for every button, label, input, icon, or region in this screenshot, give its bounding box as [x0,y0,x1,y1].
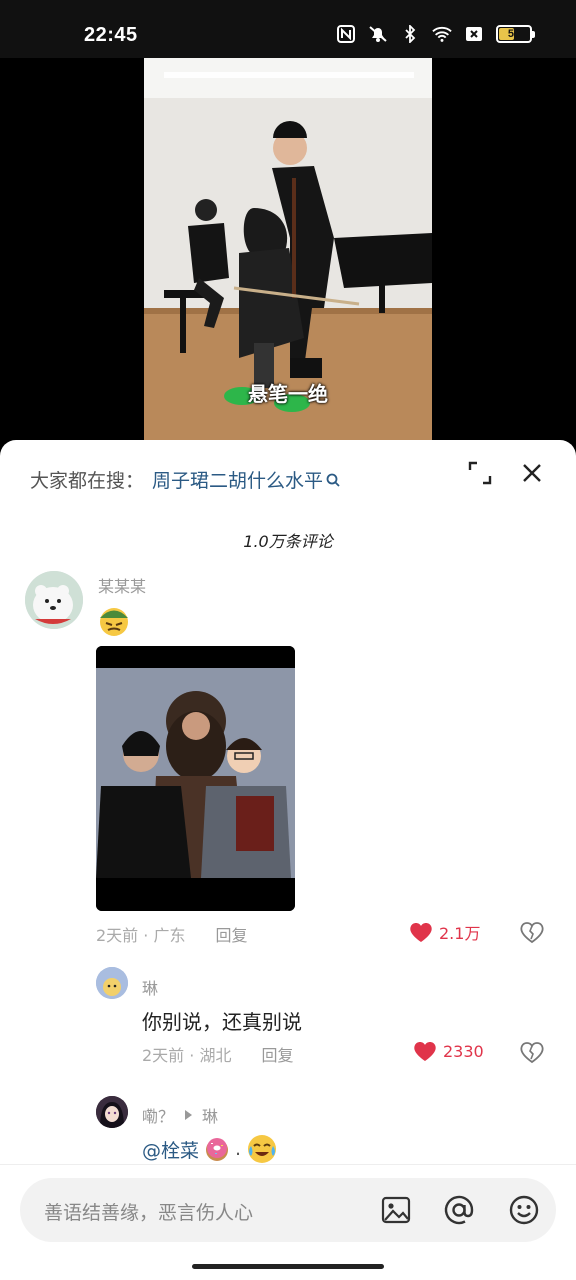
comment-meta: 2天前 · 广东 回复 [96,922,247,946]
angry-army-emoji-icon [100,608,128,636]
comment-input[interactable]: 善语结善缘，恶言伤人心 [20,1178,556,1242]
comment-image[interactable] [96,646,295,911]
emoji-picker-icon[interactable] [508,1194,540,1226]
reply-mention[interactable]: @栓菜 . [142,1132,279,1166]
crying-laughing-emoji-icon [248,1135,277,1163]
battery-level: 50 [507,28,521,40]
comment-username[interactable]: 某某某 [98,573,146,597]
like-button[interactable]: 2.1万 [409,920,480,944]
broken-heart-icon[interactable] [520,920,544,944]
comment-count: 1.0万条评论 [243,532,333,551]
avatar[interactable] [96,1096,128,1128]
avatar[interactable] [96,967,128,999]
search-suggestion-label: 大家都在搜： [30,470,145,492]
comment-input-bar: 善语结善缘，恶言伤人心 [0,1164,576,1254]
reply-time-location: 2天前 · 湖北 [142,1046,232,1065]
search-icon[interactable] [325,472,341,488]
status-bar: 22:45 50 [0,0,576,58]
search-suggestion[interactable]: 大家都在搜： 周子珺二胡什么水平 [30,466,341,493]
mention-at-icon[interactable] [443,1194,475,1226]
search-suggestion-query[interactable]: 周子珺二胡什么水平 [152,466,323,493]
reply-target-username[interactable]: 琳 [202,1103,218,1127]
like-button[interactable]: 2330 [413,1040,484,1062]
mention-link[interactable]: @栓菜 [142,1136,199,1163]
broken-heart-icon[interactable] [520,1040,544,1064]
donut-emoji-icon [206,1138,229,1161]
reply-username[interactable]: 嘞？ 琳 [142,1103,218,1127]
nfc-icon [336,24,356,44]
like-count: 2330 [443,1041,484,1061]
comment-input-placeholder: 善语结善缘，恶言伤人心 [44,1202,254,1224]
comment-sheet: 大家都在搜： 周子珺二胡什么水平 1.0万条评论 某某某 2天前 · 广东 回复… [0,440,576,1280]
image-picker-icon[interactable] [380,1194,412,1226]
comment-time-location: 2天前 · 广东 [96,926,186,945]
video-caption: 悬笔一绝 [248,382,328,406]
no-sim-icon [464,24,484,44]
bluetooth-icon [400,24,420,44]
like-count: 2.1万 [439,924,481,943]
reply-username[interactable]: 琳 [142,975,158,999]
navigation-bar [0,1254,576,1280]
battery-indicator: 50 [496,25,535,43]
reply-button[interactable]: 回复 [261,1042,293,1066]
status-icons: 50 [336,24,535,44]
close-icon[interactable] [519,460,545,486]
expand-icon[interactable] [467,460,493,486]
home-gesture-handle[interactable] [192,1264,384,1269]
avatar[interactable] [25,571,83,629]
video-player[interactable]: 悬笔一绝 [0,58,576,448]
heart-filled-icon [414,1042,436,1061]
wifi-icon [432,24,452,44]
status-time: 22:45 [84,24,138,46]
reply-text: 你别说，还真别说 [142,1010,302,1034]
reply-meta: 2天前 · 湖北 回复 [142,1042,293,1066]
reply-to-arrow-icon [185,1110,193,1120]
heart-filled-icon [410,923,432,942]
reply-button[interactable]: 回复 [215,922,247,946]
mute-icon [368,24,388,44]
